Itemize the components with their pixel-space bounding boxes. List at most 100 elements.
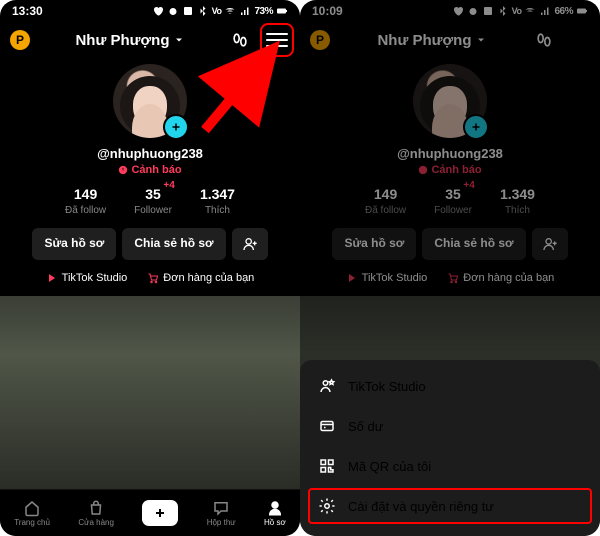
quick-links: TikTok Studio Đơn hàng của bạn <box>0 272 300 284</box>
footprint-icon[interactable] <box>534 30 554 50</box>
stat-likes[interactable]: 1.347 Thích <box>200 186 235 216</box>
header: P Như Phượng <box>0 22 300 58</box>
stat-label: Thích <box>500 205 535 216</box>
nav-home-label: Trang chủ <box>14 518 50 527</box>
cart-icon <box>447 272 459 284</box>
signal-icon <box>239 5 251 17</box>
nav-profile[interactable]: Hồ sơ <box>264 499 286 527</box>
add-story-button[interactable] <box>163 114 189 140</box>
studio-icon <box>346 272 358 284</box>
warning-text: Cảnh báo <box>431 164 481 176</box>
warning-badge[interactable]: Cảnh báo <box>418 164 481 176</box>
plus-icon <box>152 505 168 521</box>
menu-button[interactable] <box>264 27 290 53</box>
add-friend-button[interactable] <box>232 228 268 260</box>
link-orders-text: Đơn hàng của bạn <box>463 272 554 284</box>
plus-icon <box>170 121 182 133</box>
add-story-button[interactable] <box>463 114 489 140</box>
nav-shop-label: Cửa hàng <box>78 518 114 527</box>
status-time: 13:30 <box>12 4 43 18</box>
wifi-icon <box>524 5 536 17</box>
profile-title[interactable]: Như Phượng <box>377 32 486 49</box>
warning-badge[interactable]: Cảnh báo <box>118 164 181 176</box>
link-studio[interactable]: TikTok Studio <box>46 272 128 284</box>
bottom-nav: Trang chủ Cửa hàng Hộp thư Hồ sơ <box>0 489 300 536</box>
profile-icon <box>266 499 284 517</box>
menu-sheet: TikTok Studio Số dư Mã QR của tôi Cài đặ… <box>300 360 600 536</box>
sheet-balance[interactable]: Số dư <box>300 406 600 446</box>
sheet-balance-text: Số dư <box>348 419 383 434</box>
avatar-wrap[interactable] <box>113 64 187 138</box>
warning-icon <box>118 165 128 175</box>
chevron-down-icon <box>173 34 185 46</box>
alarm-icon <box>167 5 179 17</box>
title-text: Như Phượng <box>75 32 169 49</box>
stat-followers[interactable]: 35+4 Follower <box>434 186 472 216</box>
nav-create[interactable] <box>142 500 178 526</box>
status-icons: Vo 73% <box>152 5 288 17</box>
stat-sup: +4 <box>463 180 474 191</box>
sheet-settings[interactable]: Cài đặt và quyền riêng tư <box>306 486 594 526</box>
profile-section: @nhuphuong238 Cảnh báo <box>0 64 300 176</box>
stat-label: Đã follow <box>65 205 106 216</box>
nfc-icon <box>182 5 194 17</box>
sheet-studio[interactable]: TikTok Studio <box>300 366 600 406</box>
vo-icon: Vo <box>512 6 522 16</box>
stat-followers[interactable]: 35+4 Follower <box>134 186 172 216</box>
header: P Như Phượng <box>300 22 600 58</box>
bt-icon <box>197 5 209 17</box>
p-badge[interactable]: P <box>310 30 330 50</box>
p-badge[interactable]: P <box>10 30 30 50</box>
link-orders[interactable]: Đơn hàng của bạn <box>447 272 554 284</box>
status-bar: 13:30 Vo 73% <box>0 0 300 22</box>
username[interactable]: @nhuphuong238 <box>97 146 203 161</box>
stat-num: 149 <box>74 186 97 202</box>
stat-num: 1.349 <box>500 186 535 202</box>
nav-shop[interactable]: Cửa hàng <box>78 499 114 527</box>
stat-following[interactable]: 149 Đã follow <box>65 186 106 216</box>
person-star-icon <box>318 377 336 395</box>
nav-home[interactable]: Trang chủ <box>14 499 50 527</box>
heart-icon <box>452 5 464 17</box>
title-text: Như Phượng <box>377 32 471 49</box>
quick-links: TikTok Studio Đơn hàng của bạn <box>300 272 600 284</box>
nfc-icon <box>482 5 494 17</box>
edit-profile-button[interactable]: Sửa hồ sơ <box>32 228 116 260</box>
share-profile-button[interactable]: Chia sẻ hồ sơ <box>422 228 525 260</box>
battery-icon <box>576 5 588 17</box>
cart-icon <box>147 272 159 284</box>
stat-num: 35+4 <box>445 186 461 202</box>
sheet-qr[interactable]: Mã QR của tôi <box>300 446 600 486</box>
profile-title[interactable]: Như Phượng <box>75 32 184 49</box>
warning-icon <box>418 165 428 175</box>
battery-pct: 66% <box>554 6 573 17</box>
link-studio[interactable]: TikTok Studio <box>346 272 428 284</box>
phone-left: 13:30 Vo 73% P Như Phượng <box>0 0 300 536</box>
sheet-settings-text: Cài đặt và quyền riêng tư <box>348 499 494 514</box>
nav-profile-label: Hồ sơ <box>264 518 286 527</box>
add-friend-icon <box>542 236 558 252</box>
username[interactable]: @nhuphuong238 <box>397 146 503 161</box>
chevron-down-icon <box>475 34 487 46</box>
stat-likes[interactable]: 1.349 Thích <box>500 186 535 216</box>
signal-icon <box>539 5 551 17</box>
wallet-icon <box>318 417 336 435</box>
footprint-icon[interactable] <box>230 30 250 50</box>
avatar-wrap[interactable] <box>413 64 487 138</box>
status-icons: Vo 66% <box>452 5 588 17</box>
stat-num: 35+4 <box>145 186 161 202</box>
link-orders[interactable]: Đơn hàng của bạn <box>147 272 254 284</box>
add-friend-icon <box>242 236 258 252</box>
nav-inbox[interactable]: Hộp thư <box>207 499 236 527</box>
nav-inbox-label: Hộp thư <box>207 518 236 527</box>
home-icon <box>23 499 41 517</box>
edit-profile-button[interactable]: Sửa hồ sơ <box>332 228 416 260</box>
stat-following[interactable]: 149 Đã follow <box>365 186 406 216</box>
sheet-qr-text: Mã QR của tôi <box>348 459 431 474</box>
share-profile-button[interactable]: Chia sẻ hồ sơ <box>122 228 225 260</box>
stat-label: Đã follow <box>365 205 406 216</box>
inbox-icon <box>212 499 230 517</box>
bt-icon <box>497 5 509 17</box>
action-buttons: Sửa hồ sơ Chia sẻ hồ sơ <box>0 228 300 260</box>
add-friend-button[interactable] <box>532 228 568 260</box>
